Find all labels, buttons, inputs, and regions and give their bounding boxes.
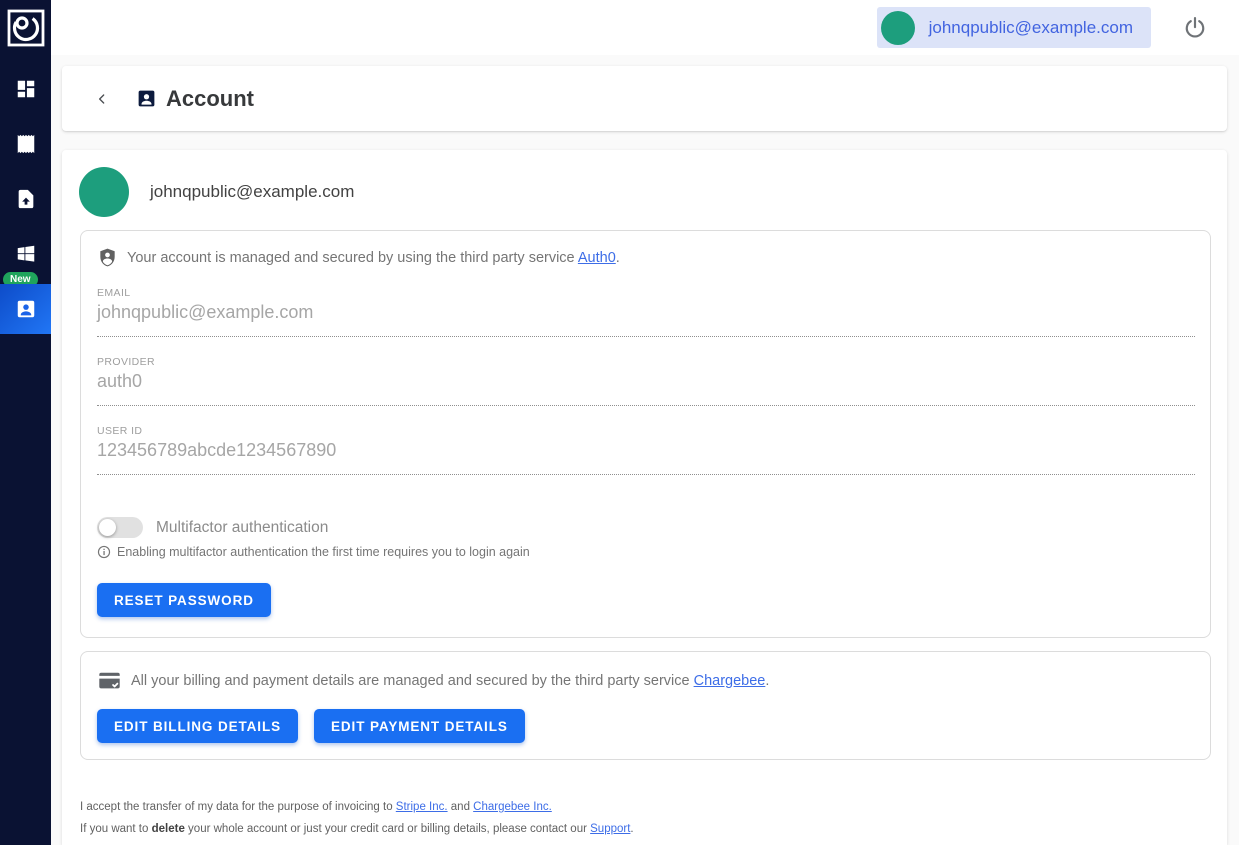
legal-line-1: I accept the transfer of my data for the… [80, 796, 1209, 818]
email-field: EMAIL johnqpublic@example.com [97, 287, 1195, 337]
chargebee-inc-link[interactable]: Chargebee Inc. [473, 801, 552, 813]
sidebar-item-account[interactable] [0, 284, 51, 334]
info-icon [97, 545, 111, 559]
legal1-mid: and [448, 801, 474, 813]
profile-email: johnqpublic@example.com [150, 182, 354, 202]
user-id-label: USER ID [97, 425, 1195, 437]
title-card: Account [62, 66, 1227, 131]
shield-person-icon [97, 247, 118, 268]
legal2-delete: delete [152, 823, 185, 835]
legal2-p2: your whole account or just your credit c… [185, 823, 590, 835]
mfa-row: Multifactor authentication [97, 517, 1195, 538]
avatar [79, 167, 129, 217]
receipt-icon [15, 133, 37, 155]
auth-notice-suffix: . [616, 250, 620, 266]
legal-line-2: If you want to delete your whole account… [80, 818, 1209, 840]
legal2-suffix: . [630, 823, 633, 835]
legal2-p1: If you want to [80, 823, 152, 835]
file-upload-icon [15, 188, 37, 210]
provider-label: PROVIDER [97, 356, 1195, 368]
avatar [881, 11, 915, 45]
mfa-label: Multifactor authentication [156, 519, 328, 537]
sidebar-item-upload[interactable] [0, 171, 51, 226]
sidebar: New [0, 0, 51, 845]
credit-card-check-icon [97, 668, 122, 693]
email-label: EMAIL [97, 287, 1195, 299]
user-id-field: USER ID 123456789abcde1234567890 [97, 425, 1195, 475]
app-logo-icon [6, 8, 46, 48]
stripe-link[interactable]: Stripe Inc. [396, 801, 448, 813]
provider-value: auth0 [97, 368, 1195, 406]
back-button[interactable] [90, 87, 114, 111]
dashboard-icon [15, 78, 37, 100]
auth0-link[interactable]: Auth0 [578, 250, 616, 266]
user-id-value: 123456789abcde1234567890 [97, 437, 1195, 475]
sidebar-item-receipts[interactable] [0, 116, 51, 171]
mfa-hint-text: Enabling multifactor authentication the … [117, 545, 530, 559]
billing-notice-text: All your billing and payment details are… [131, 673, 769, 689]
billing-buttons: EDIT BILLING DETAILS EDIT PAYMENT DETAIL… [97, 709, 1195, 743]
user-email: johnqpublic@example.com [929, 18, 1133, 38]
legal-text: I accept the transfer of my data for the… [80, 796, 1209, 840]
email-value: johnqpublic@example.com [97, 299, 1195, 337]
sidebar-item-dashboard[interactable] [0, 61, 51, 116]
reset-password-button[interactable]: RESET PASSWORD [97, 583, 271, 617]
reset-password-wrap: RESET PASSWORD [97, 583, 1195, 617]
mfa-hint: Enabling multifactor authentication the … [97, 545, 1195, 559]
provider-field: PROVIDER auth0 [97, 356, 1195, 406]
auth-notice-text: Your account is managed and secured by u… [127, 250, 620, 266]
chargebee-link[interactable]: Chargebee [694, 673, 766, 689]
back-chevron-icon [94, 91, 110, 107]
account-box-icon [15, 298, 37, 320]
main-column: johnqpublic@example.com [51, 0, 1239, 845]
power-icon [1182, 15, 1208, 41]
account-card: johnqpublic@example.com Your account is … [62, 150, 1227, 845]
topbar: johnqpublic@example.com [51, 0, 1239, 55]
user-chip[interactable]: johnqpublic@example.com [877, 7, 1151, 48]
auth-section: Your account is managed and secured by u… [80, 230, 1211, 638]
billing-notice: All your billing and payment details are… [97, 668, 1195, 693]
legal1-prefix: I accept the transfer of my data for the… [80, 801, 396, 813]
billing-notice-suffix: . [765, 673, 769, 689]
profile-header: johnqpublic@example.com [62, 150, 1227, 230]
account-box-icon [136, 88, 157, 109]
app-logo[interactable] [0, 0, 51, 55]
auth-notice: Your account is managed and secured by u… [97, 247, 1195, 268]
logout-button[interactable] [1181, 14, 1209, 42]
auth-notice-prefix: Your account is managed and secured by u… [127, 250, 578, 266]
edit-billing-details-button[interactable]: EDIT BILLING DETAILS [97, 709, 298, 743]
mfa-toggle-knob [99, 519, 116, 536]
windows-icon [15, 243, 37, 265]
page-title: Account [166, 86, 254, 112]
content-area: Account johnqpublic@example.com Your acc… [51, 55, 1239, 845]
support-link[interactable]: Support [590, 823, 630, 835]
billing-notice-prefix: All your billing and payment details are… [131, 673, 694, 689]
edit-payment-details-button[interactable]: EDIT PAYMENT DETAILS [314, 709, 525, 743]
mfa-toggle[interactable] [97, 517, 143, 538]
sidebar-item-integrations[interactable]: New [0, 226, 51, 281]
billing-section: All your billing and payment details are… [80, 651, 1211, 760]
